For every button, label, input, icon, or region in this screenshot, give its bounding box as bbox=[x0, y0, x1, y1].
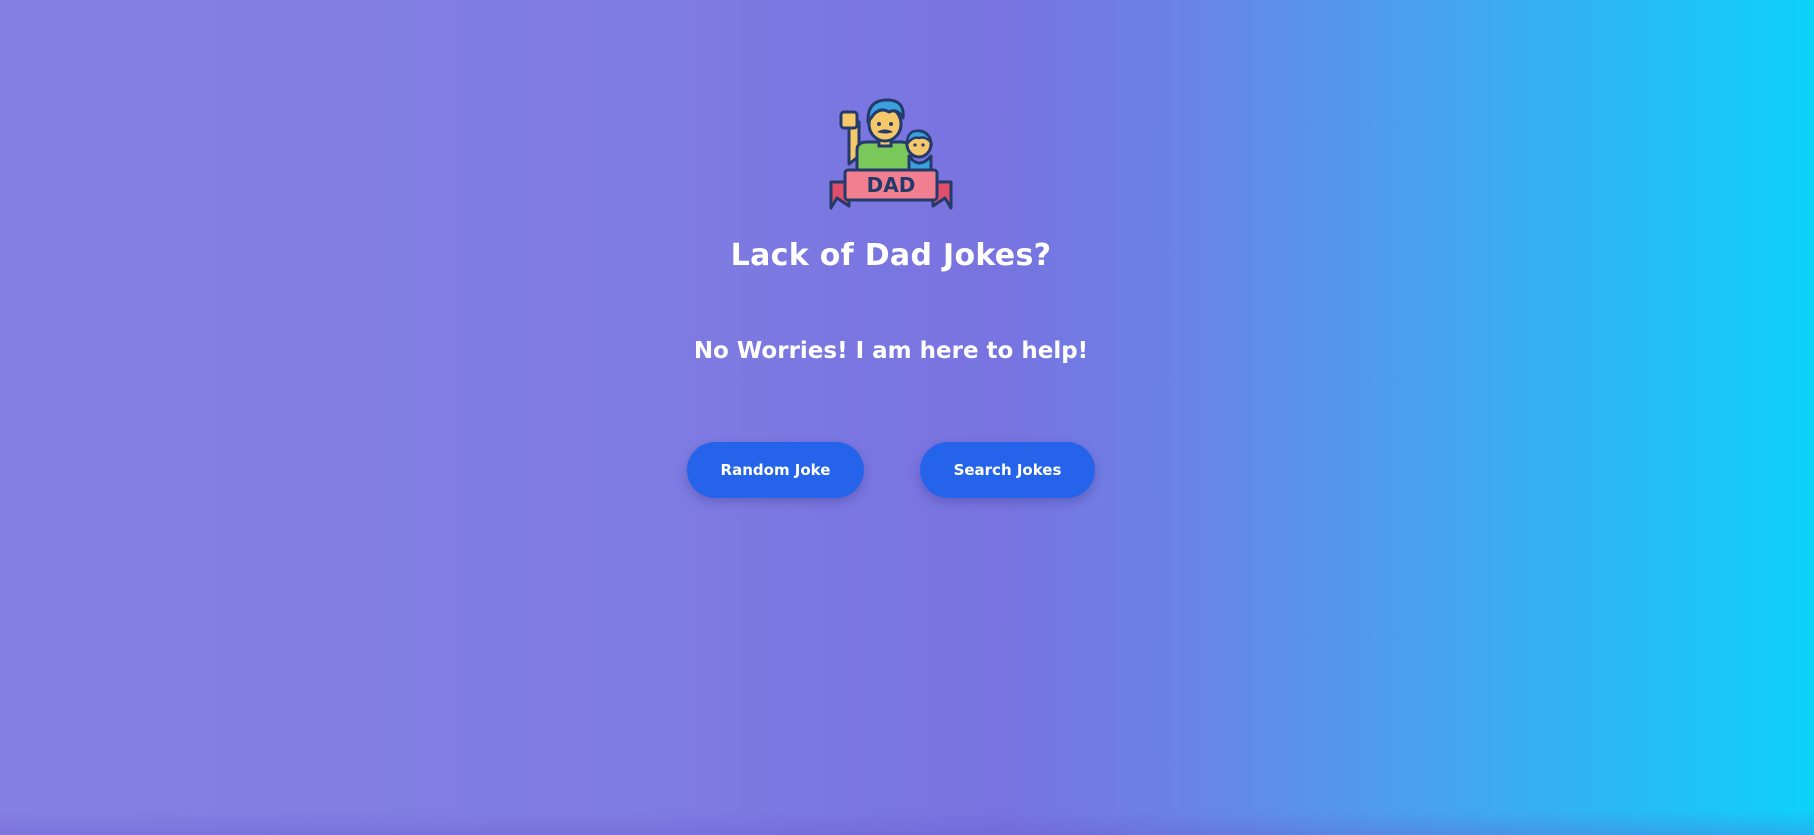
page-subtitle: No Worries! I am here to help! bbox=[693, 338, 1089, 364]
bottom-shade bbox=[0, 811, 1814, 835]
logo-banner-text: DAD bbox=[867, 173, 916, 197]
search-jokes-button[interactable]: Search Jokes bbox=[920, 442, 1095, 498]
main-container: DAD Lack of Dad Jokes? No Worries! I am … bbox=[0, 0, 1782, 835]
dad-with-baby-icon: DAD bbox=[829, 98, 953, 210]
random-joke-button[interactable]: Random Joke bbox=[687, 442, 864, 498]
page-title: Lack of Dad Jokes? bbox=[730, 238, 1052, 273]
